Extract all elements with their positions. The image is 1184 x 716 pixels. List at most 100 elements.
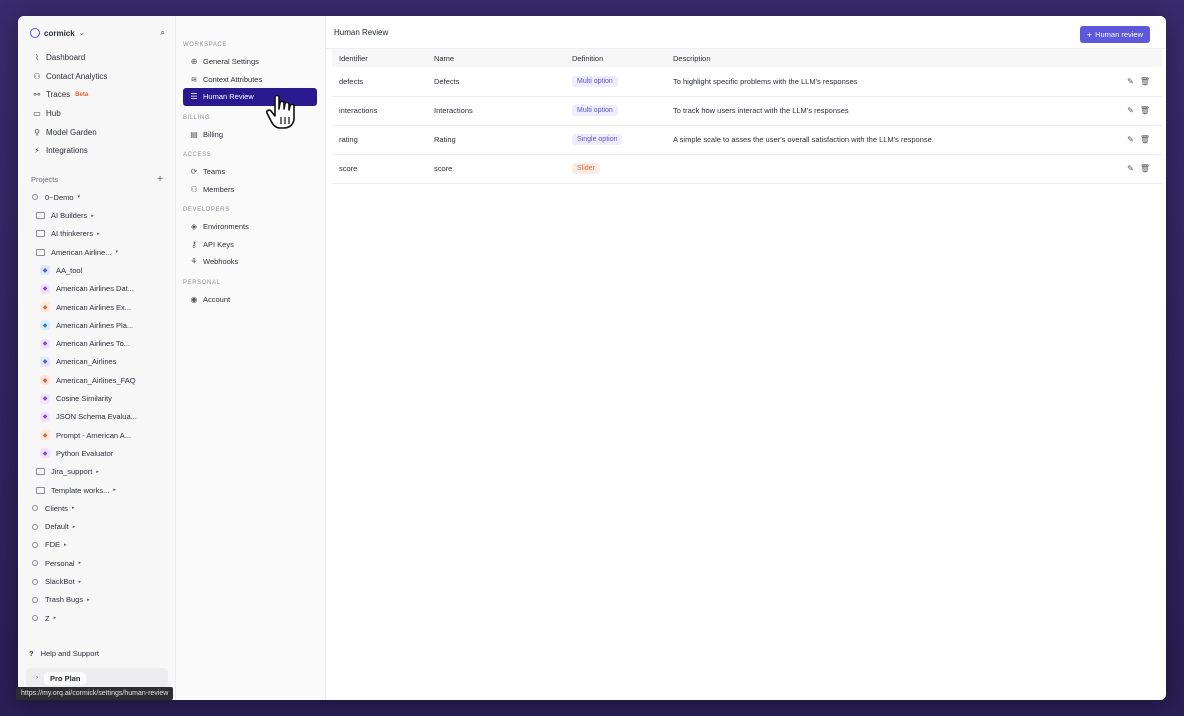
definition-badge: Multi option [572, 105, 618, 116]
settings-item-webhooks[interactable]: ⚘ Webhooks [183, 253, 317, 271]
receipt-icon: ▤ [190, 129, 198, 139]
add-human-review-label: Human review [1095, 30, 1143, 39]
nav-item-dashboard[interactable]: ⌇ Dashboard [18, 48, 175, 67]
project-group[interactable]: SlackBot ▸ [18, 572, 175, 590]
expand-arrow-icon[interactable]: ▸ [113, 487, 116, 493]
human-review-table: Identifier Name Definition Description d… [332, 49, 1162, 184]
trash-icon[interactable]: 🗑 [1140, 77, 1156, 86]
expand-arrow-icon[interactable]: ▸ [79, 579, 82, 585]
trash-icon[interactable]: 🗑 [1140, 135, 1156, 144]
chevron-right-icon: › [36, 675, 38, 681]
users-icon: ⚇ [33, 71, 41, 81]
table-row[interactable]: defects Defects Multi option To highligh… [332, 67, 1162, 97]
cell-identifier: score [332, 154, 427, 184]
col-description[interactable]: Description [666, 49, 1112, 67]
table-row[interactable]: score score Slider ✎🗑 [332, 154, 1162, 184]
col-actions [1112, 49, 1162, 67]
cell-definition: Multi option [565, 96, 666, 126]
edit-icon[interactable]: ✎ [1127, 135, 1140, 144]
project-item[interactable]: ◆ Python Evaluator [18, 444, 175, 462]
plan-box[interactable]: › Pro Plan [26, 668, 168, 688]
project-folder[interactable]: American Airline... ▾ [18, 243, 175, 261]
expand-arrow-icon[interactable]: ▾ [115, 249, 118, 255]
app-window: cormick ⌄ ⌕ ⌇ Dashboard ⚇ Contact Analyti… [18, 16, 1166, 700]
trash-icon[interactable]: 🗑 [1140, 164, 1156, 173]
search-icon[interactable]: ⌕ [161, 28, 165, 38]
plus-icon: + [1086, 29, 1093, 40]
nav-item-contact-analytics[interactable]: ⚇ Contact Analytics [18, 67, 175, 86]
project-group[interactable]: Clients ▸ [18, 499, 175, 517]
settings-nav: WORKSPACE ⊕ General Settings ≋ Context Att… [176, 16, 326, 700]
project-group[interactable]: Default ▸ [18, 517, 175, 535]
expand-arrow-icon[interactable]: ▸ [96, 469, 99, 475]
expand-arrow-icon[interactable]: ▸ [97, 231, 100, 237]
project-item[interactable]: ◆ American Airlines Pla... [18, 316, 175, 334]
settings-item-label: API Keys [203, 239, 234, 249]
project-item[interactable]: ◆ American_Airlines [18, 353, 175, 371]
edit-icon[interactable]: ✎ [1127, 164, 1140, 173]
tree-item-label: Personal [45, 558, 75, 568]
project-item[interactable]: ◆ AA_tool [18, 261, 175, 279]
col-name[interactable]: Name [427, 49, 565, 67]
project-item[interactable]: ◆ Prompt - American A... [18, 426, 175, 444]
nav-item-integrations[interactable]: ⚡ Integrations [18, 141, 175, 160]
project-group[interactable]: Trash Bugs ▸ [18, 591, 175, 609]
project-item[interactable]: ◆ Cosine Similarity [18, 389, 175, 407]
expand-arrow-icon[interactable]: ▸ [91, 213, 94, 219]
project-item[interactable]: ◆ American Airlines To... [18, 335, 175, 353]
edit-icon[interactable]: ✎ [1127, 106, 1140, 115]
project-group[interactable]: Personal ▸ [18, 554, 175, 572]
nav-item-label: Hub [46, 108, 61, 118]
tree-item-label: JSON Schema Evalua... [56, 412, 137, 422]
expand-arrow-icon[interactable]: ▸ [72, 505, 75, 511]
expand-arrow-icon[interactable]: ▸ [64, 542, 67, 548]
settings-item-context-attributes[interactable]: ≋ Context Attributes [183, 71, 317, 89]
edit-icon[interactable]: ✎ [1127, 77, 1140, 86]
circle-icon [32, 505, 38, 512]
nav-item-hub[interactable]: ▭ Hub [18, 104, 175, 123]
project-folder[interactable]: Template works... ▸ [18, 481, 175, 499]
definition-badge: Multi option [572, 75, 618, 87]
expand-arrow-icon[interactable]: ▸ [79, 560, 82, 566]
project-group[interactable]: 0~Demo ▾ [18, 188, 175, 206]
add-human-review-button[interactable]: + Human review [1079, 26, 1150, 43]
project-folder[interactable]: AI Builders ▸ [18, 206, 175, 224]
project-group[interactable]: FDE ▸ [18, 536, 175, 554]
project-folder[interactable]: Jira_support ▸ [18, 463, 175, 481]
tree-item-label: American Airline... [51, 247, 112, 257]
settings-item-account[interactable]: ◉ Account [183, 291, 317, 309]
settings-item-api-keys[interactable]: ⚷ API Keys [183, 236, 317, 254]
project-item[interactable]: ◆ American Airlines Ex... [18, 298, 175, 316]
table-row[interactable]: rating Rating Single option A simple sca… [332, 125, 1162, 155]
org-switcher[interactable]: cormick ⌄ [30, 24, 175, 42]
table-header-row: Identifier Name Definition Description [332, 49, 1162, 67]
settings-item-label: Account [203, 294, 231, 304]
project-item[interactable]: ◆ American Airlines Dat... [18, 280, 175, 298]
settings-item-members[interactable]: ⚇ Members [183, 181, 317, 199]
settings-item-teams[interactable]: ⟳ Teams [183, 163, 317, 181]
project-item[interactable]: ◆ JSON Schema Evalua... [18, 408, 175, 426]
expand-arrow-icon[interactable]: ▸ [87, 597, 90, 603]
settings-item-general-settings[interactable]: ⊕ General Settings [183, 53, 317, 71]
project-folder[interactable]: AI thinkerers ▸ [18, 225, 175, 243]
project-type-icon: ◆ [40, 283, 50, 294]
settings-item-label: Human Review [203, 92, 254, 102]
nav-item-model-garden[interactable]: ⚲ Model Garden [18, 123, 175, 142]
trash-icon[interactable]: 🗑 [1140, 106, 1156, 115]
project-item[interactable]: ◆ American_Airlines_FAQ [18, 371, 175, 389]
expand-arrow-icon[interactable]: ▸ [54, 615, 57, 621]
cell-name: Interactions [427, 96, 565, 126]
col-definition[interactable]: Definition [565, 49, 666, 67]
settings-item-environments[interactable]: ◈ Environments [183, 218, 317, 236]
cell-identifier: interactions [332, 96, 427, 126]
chevron-down-icon: ⌄ [78, 30, 85, 37]
col-identifier[interactable]: Identifier [332, 49, 427, 67]
expand-arrow-icon[interactable]: ▸ [73, 524, 76, 530]
add-project-icon[interactable]: + [157, 174, 163, 185]
help-and-support[interactable]: ? Help and Support [29, 649, 99, 658]
project-group[interactable]: Z ▸ [18, 609, 175, 627]
nav-item-traces[interactable]: ⚯ Traces Beta [18, 85, 175, 104]
table-row[interactable]: interactions Interactions Multi option T… [332, 96, 1162, 126]
tree-item-label: Trash Bugs [45, 595, 84, 605]
expand-arrow-icon[interactable]: ▾ [78, 194, 81, 200]
